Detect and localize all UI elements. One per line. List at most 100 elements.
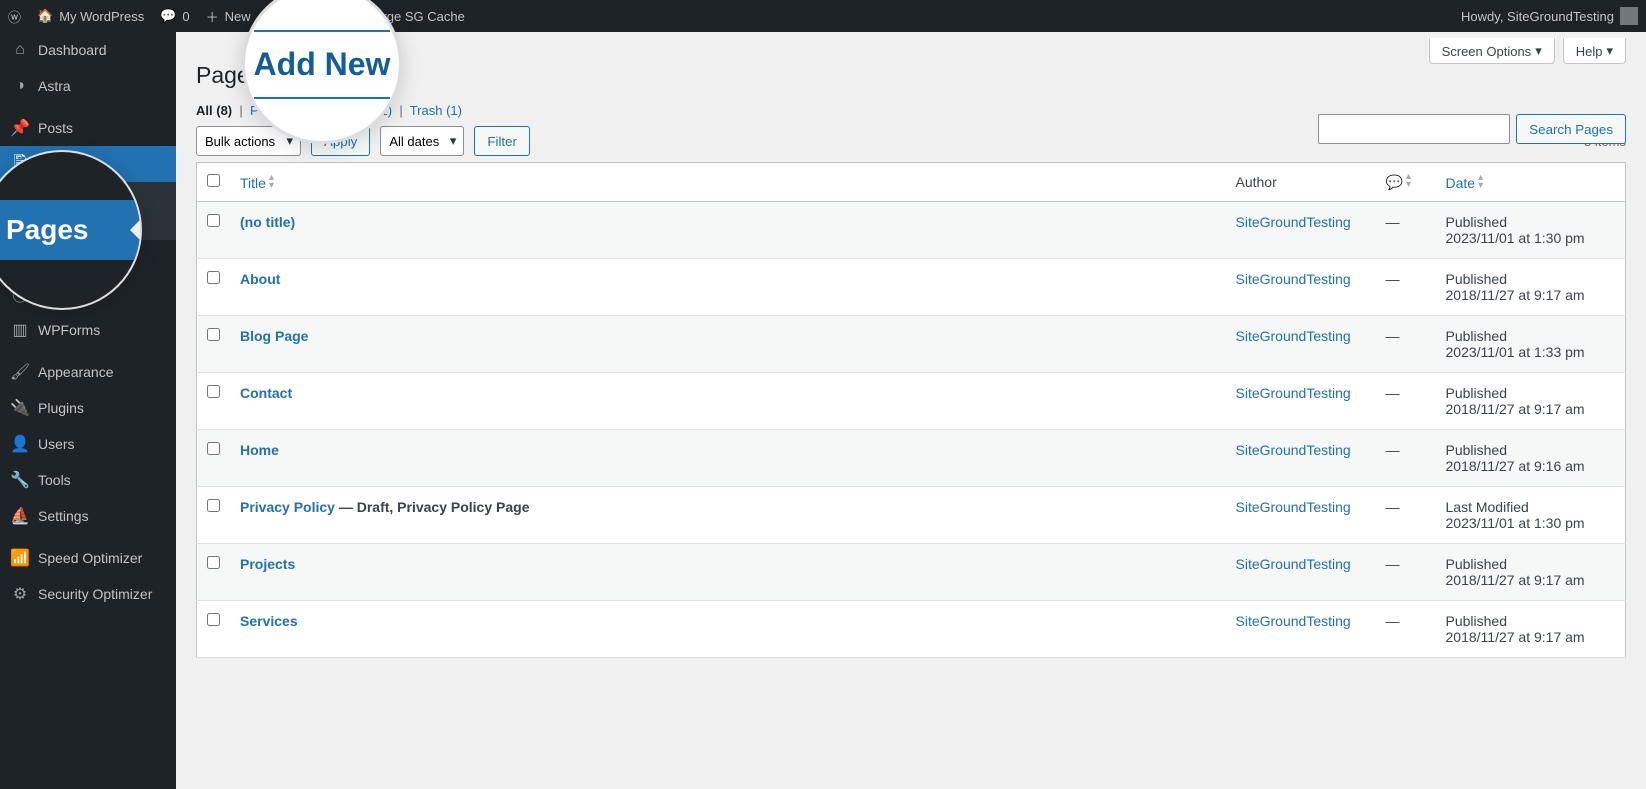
sidebar-item-tools[interactable]: 🔧Tools [0, 462, 176, 498]
admin-bar: ⓦ 🏠 My WordPress 💬 0 ＋ New WPForms 1 Pur… [0, 0, 1646, 32]
author-link[interactable]: SiteGroundTesting [1236, 385, 1351, 401]
sidebar-item-dashboard[interactable]: ⌂Dashboard [0, 32, 176, 68]
page-title-link[interactable]: Contact [240, 385, 292, 401]
sidebar-item-wpforms[interactable]: ▥WPForms [0, 312, 176, 348]
sidebar-item-users[interactable]: 👤Users [0, 426, 176, 462]
help-tab[interactable]: Help ▾ [1563, 38, 1626, 64]
date-cell: Published2018/11/27 at 9:17 am [1436, 601, 1626, 658]
page-title-link[interactable]: Home [240, 442, 279, 458]
row-checkbox[interactable] [207, 271, 220, 284]
wpforms-count-badge: 1 [332, 9, 350, 23]
sidebar-item-posts[interactable]: 📌Posts [0, 110, 176, 146]
row-checkbox[interactable] [207, 328, 220, 341]
purge-cache-link[interactable]: Purge SG Cache [367, 9, 465, 24]
author-link[interactable]: SiteGroundTesting [1236, 613, 1351, 629]
row-checkbox[interactable] [207, 214, 220, 227]
wpforms-link[interactable]: WPForms 1 [267, 9, 351, 24]
table-row: Privacy Policy — Draft, Privacy Policy P… [197, 487, 1626, 544]
table-row: Blog PageSiteGroundTesting—Published2023… [197, 316, 1626, 373]
brush-icon: 🖌 [10, 362, 30, 382]
page-title-link[interactable]: Services [240, 613, 298, 629]
comments-cell: — [1376, 601, 1436, 658]
author-link[interactable]: SiteGroundTesting [1236, 499, 1351, 515]
howdy-user-link[interactable]: Howdy, SiteGroundTesting [1461, 7, 1638, 25]
filter-button[interactable]: Filter [474, 126, 530, 156]
wrench-icon: 🔧 [10, 470, 30, 490]
filter-all[interactable]: All (8) [196, 103, 232, 118]
sidebar-item-plugins[interactable]: 🔌Plugins [0, 390, 176, 426]
filter-draft[interactable]: Draft (1) [344, 103, 392, 118]
sidebar-item-comments[interactable]: 💬Comments [0, 240, 176, 276]
date-cell: Published2018/11/27 at 9:17 am [1436, 259, 1626, 316]
table-row: HomeSiteGroundTesting—Published2018/11/2… [197, 430, 1626, 487]
add-new-button[interactable]: Add New [271, 62, 346, 89]
pin-icon: 📌 [10, 118, 30, 138]
sidebar-item-security-optimizer[interactable]: ⚙Security Optimizer [0, 576, 176, 612]
date-filter-select[interactable]: All dates [380, 126, 464, 156]
col-title-sort[interactable]: Title▴▾ [240, 175, 274, 191]
table-row: (no title)SiteGroundTesting—Published202… [197, 202, 1626, 259]
author-link[interactable]: SiteGroundTesting [1236, 328, 1351, 344]
author-link[interactable]: SiteGroundTesting [1236, 442, 1351, 458]
bulk-actions-select[interactable]: Bulk actions [196, 126, 301, 156]
filter-trash[interactable]: Trash (1) [410, 103, 462, 118]
sort-icon: ▴▾ [269, 174, 274, 190]
row-checkbox[interactable] [207, 556, 220, 569]
date-cell: Published2018/11/27 at 9:16 am [1436, 430, 1626, 487]
avatar [1620, 7, 1638, 25]
author-link[interactable]: SiteGroundTesting [1236, 271, 1351, 287]
new-content-link[interactable]: ＋ New [206, 7, 251, 26]
page-title-link[interactable]: (no title) [240, 214, 295, 230]
page-title-link[interactable]: Privacy Policy [240, 499, 335, 515]
sidebar-item-pages[interactable]: 🖺Pages [0, 146, 176, 182]
row-checkbox[interactable] [207, 499, 220, 512]
sidebar-item-astra[interactable]: ◑Astra [0, 68, 176, 104]
astra-icon: ◑ [10, 76, 30, 96]
filter-published[interactable]: Published (7) [250, 103, 327, 118]
select-all-checkbox[interactable] [207, 174, 220, 187]
comment-icon: 💬 [10, 248, 30, 268]
col-author: Author [1226, 163, 1376, 202]
screen-options-tab[interactable]: Screen Options ▾ [1429, 38, 1555, 64]
row-checkbox[interactable] [207, 613, 220, 626]
author-link[interactable]: SiteGroundTesting [1236, 556, 1351, 572]
search-pages-button[interactable]: Search Pages [1516, 114, 1626, 144]
comments-cell: — [1376, 544, 1436, 601]
page-title-link[interactable]: Projects [240, 556, 295, 572]
dashboard-icon: ⌂ [10, 40, 30, 60]
sidebar-item-appearance[interactable]: 🖌Appearance [0, 354, 176, 390]
search-input[interactable] [1318, 114, 1510, 144]
date-cell: Published2023/11/01 at 1:33 pm [1436, 316, 1626, 373]
comments-link[interactable]: 💬 0 [160, 8, 189, 24]
comments-cell: — [1376, 259, 1436, 316]
row-checkbox[interactable] [207, 385, 220, 398]
admin-sidebar: ⌂Dashboard ◑Astra 📌Posts 🖺Pages All Page… [0, 32, 176, 789]
sidebar-item-settings[interactable]: ⛵Settings [0, 498, 176, 534]
wp-logo-icon[interactable]: ⓦ [8, 7, 21, 26]
date-cell: Published2018/11/27 at 9:17 am [1436, 373, 1626, 430]
table-row: About SiteGroundTesting —Published2018/11/… [197, 259, 1626, 316]
sidebar-item-speed-optimizer[interactable]: 📶Speed Optimizer [0, 540, 176, 576]
wpforms-icon: ▥ [10, 320, 30, 340]
pages-submenu: All Pages Add New [0, 182, 176, 240]
author-link[interactable]: SiteGroundTesting [1236, 214, 1351, 230]
comments-cell: — [1376, 487, 1436, 544]
page-title: Pages [196, 62, 261, 89]
submenu-all-pages[interactable]: All Pages [0, 182, 176, 211]
date-cell: Published2018/11/27 at 9:17 am [1436, 544, 1626, 601]
security-icon: ⚙ [10, 584, 30, 604]
date-cell: Published2023/11/01 at 1:30 pm [1436, 202, 1626, 259]
apply-button[interactable]: Apply [311, 126, 370, 156]
user-icon: 👤 [10, 434, 30, 454]
page-title-link[interactable]: Blog Page [240, 328, 308, 344]
col-date-sort[interactable]: Date▴▾ [1446, 175, 1484, 191]
settings-icon: ⛵ [10, 506, 30, 526]
submenu-add-new[interactable]: Add New [0, 211, 176, 240]
sort-icon: ▴▾ [1478, 174, 1483, 190]
post-state: — Draft, Privacy Policy Page [335, 499, 530, 515]
page-title-link[interactable]: About [240, 271, 280, 287]
row-checkbox[interactable] [207, 442, 220, 455]
sidebar-item-spectra[interactable]: ⦿Spectra [0, 276, 176, 312]
site-name-link[interactable]: 🏠 My WordPress [37, 8, 144, 24]
comments-icon[interactable]: 💬 [1386, 174, 1403, 190]
